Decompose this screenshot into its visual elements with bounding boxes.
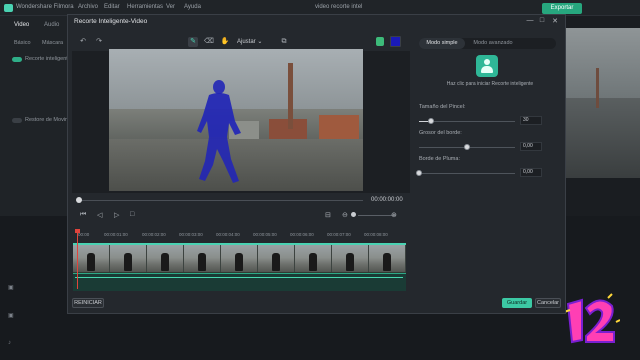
ruler-tick: 00:00:03:00 (179, 232, 203, 237)
filmstrip-frame (184, 245, 221, 272)
filmstrip-frame (147, 245, 184, 272)
undo-icon[interactable]: ↶ (78, 37, 88, 47)
eraser-tool-icon[interactable]: ⌫ (204, 37, 214, 47)
brush-size-label: Tamaño del Pincel: (419, 104, 466, 110)
compare-view-icon[interactable]: ⧉ (279, 37, 289, 47)
previous-frame-icon[interactable]: ⏮ (80, 211, 86, 219)
filmstrip-frame (369, 245, 406, 272)
properties-panel: Video Audio Básico Máscara Recorte intel… (0, 16, 82, 216)
filmstrip-frame (332, 245, 369, 272)
edge-thickness-handle[interactable] (464, 144, 470, 150)
filmstrip-frame (258, 245, 295, 272)
video-track-icon: ▣ (8, 285, 14, 291)
ruler-tick: 00:00:02:00 (142, 232, 166, 237)
edge-thickness-value[interactable]: 0,00 (520, 142, 542, 151)
tab-advanced-mode[interactable]: Modo avanzado (470, 38, 516, 49)
menu-editar[interactable]: Editar (104, 4, 120, 10)
menu-archivo[interactable]: Archivo (78, 4, 98, 10)
audio-track-icon: ♪ (8, 340, 11, 346)
filmstrip-frame (110, 245, 147, 272)
person-mask-icon[interactable] (376, 37, 384, 46)
minimize-button[interactable]: — (524, 17, 536, 24)
feather-label: Borde de Pluma: (419, 156, 460, 162)
timeline-zoom-handle[interactable] (351, 212, 356, 217)
zoom-out-icon[interactable]: ⊖ (342, 211, 348, 219)
ruler-tick: 00:00:05:00 (253, 232, 277, 237)
video-track-icon: ▣ (8, 313, 14, 319)
sticker-12-logo (563, 293, 620, 344)
close-button[interactable]: ✕ (549, 17, 561, 25)
smart-cutout-hint: Haz clic para iniciar Recorte inteligent… (446, 81, 534, 87)
cancel-button[interactable]: Cancelar (535, 298, 561, 308)
brush-tool-icon[interactable]: ✎ (188, 37, 198, 47)
playhead[interactable] (77, 231, 78, 289)
menu-herramientas[interactable]: Herramientas (127, 4, 163, 10)
tab-simple-mode[interactable]: Modo simple (419, 38, 465, 49)
feather-value[interactable]: 0,00 (520, 168, 542, 177)
brush-size-handle[interactable] (427, 118, 434, 124)
mask-color-swatch[interactable] (390, 36, 401, 47)
brush-size-value[interactable]: 30 (520, 116, 542, 125)
ruler-tick: 00:00:04:00 (216, 232, 240, 237)
hand-tool-icon[interactable]: ✋ (220, 37, 230, 47)
filmstrip-frame (221, 245, 258, 272)
subtab-mascara[interactable]: Máscara (42, 40, 63, 46)
maximize-button[interactable]: □ (536, 17, 548, 24)
project-title: video recorte intel (315, 4, 363, 10)
smart-cutout-label: Recorte inteligente (25, 56, 71, 62)
timecode: 00:00:00:00 (371, 197, 403, 203)
reset-button[interactable]: REINICIAR (72, 298, 104, 308)
masked-person (197, 80, 241, 183)
feather-slider[interactable] (419, 173, 515, 174)
filmora-logo-icon (4, 4, 13, 12)
video-frame[interactable] (109, 49, 363, 191)
feather-handle[interactable] (416, 170, 422, 176)
fit-timeline-icon[interactable]: ⊟ (325, 211, 331, 219)
ruler-tick: 00:00:08:00 (364, 232, 388, 237)
chevron-down-icon: ⌄ (257, 39, 263, 45)
video-filmstrip[interactable] (73, 243, 406, 273)
motion-restore-toggle[interactable] (12, 118, 22, 123)
smart-cutout-start-icon[interactable] (476, 55, 498, 77)
smart-cutout-toggle[interactable] (12, 57, 22, 62)
zoom-fit-label: Ajustar (237, 39, 256, 45)
app-name: Wondershare Filmora (16, 4, 74, 10)
ruler-tick: 00:00:01:00 (104, 232, 128, 237)
tab-audio[interactable]: Audio (44, 22, 59, 28)
menu-ver[interactable]: Ver (166, 4, 175, 10)
play-icon[interactable]: ▷ (114, 211, 119, 219)
zoom-fit-select[interactable]: Ajustar ⌄ (237, 38, 262, 45)
settings-panel: Modo simple Modo avanzado Haz clic para … (416, 35, 564, 290)
zoom-in-icon[interactable]: ⊕ (391, 211, 397, 219)
tab-video[interactable]: Video (14, 22, 29, 28)
save-button[interactable]: Guardar (502, 298, 532, 308)
filmstrip-frame (73, 245, 110, 272)
mask-track[interactable] (73, 273, 406, 291)
edge-thickness-label: Grosor del borde: (419, 130, 462, 136)
smart-cutout-dialog: Recorte Inteligente-Video — □ ✕ ↶ ↷ ✎ ⌫ … (67, 14, 566, 314)
filmstrip-frame (295, 245, 332, 272)
dialog-title: Recorte Inteligente-Video (74, 18, 148, 25)
menu-ayuda[interactable]: Ayuda (184, 4, 201, 10)
stop-icon[interactable]: □ (130, 211, 134, 218)
redo-icon[interactable]: ↷ (94, 37, 104, 47)
play-backward-icon[interactable]: ◁ (97, 211, 102, 219)
export-button[interactable]: Exportar (542, 3, 582, 14)
mask-keyframe-line (75, 277, 403, 278)
ruler-tick: 00:00:07:00 (327, 232, 351, 237)
player-preview (566, 28, 640, 178)
subtab-basico[interactable]: Básico (14, 40, 31, 46)
playback-progress-handle[interactable] (76, 197, 82, 203)
playback-progress-track[interactable] (78, 200, 363, 201)
ruler-tick: 00:00:06:00 (290, 232, 314, 237)
